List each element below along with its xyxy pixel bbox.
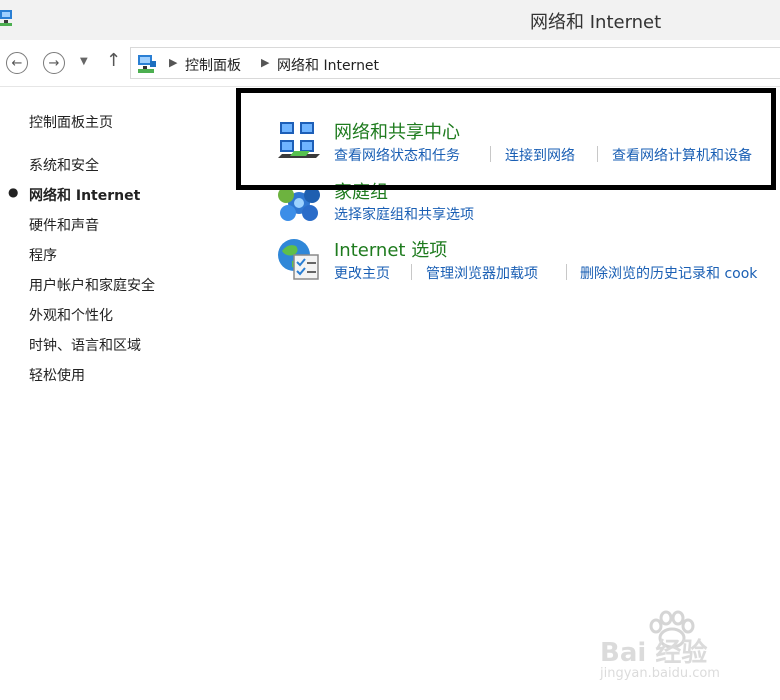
arrow-right-icon: → [48, 55, 60, 71]
internet-options-icon [278, 239, 319, 280]
category-title-homegroup[interactable]: 家庭组 [334, 178, 388, 204]
watermark-logo-text: Bai 经验 [600, 638, 708, 668]
recent-locations-dropdown-icon[interactable]: ▼ [80, 56, 88, 67]
address-bar[interactable]: ▶ 控制面板 ▶ 网络和 Internet [130, 47, 780, 79]
link-separator [411, 264, 412, 280]
window-title: 网络和 Internet [530, 12, 662, 33]
active-bullet-icon: ● [8, 185, 19, 199]
control-panel-network-icon [138, 55, 156, 73]
back-button[interactable]: ← [6, 52, 28, 74]
watermark-url: jingyan.baidu.com [600, 666, 720, 681]
sidebar-item-user-accounts[interactable]: 用户帐户和家庭安全 [29, 275, 155, 295]
link-separator [490, 146, 491, 162]
baidu-jingyan-watermark: Bai 经验 jingyan.baidu.com [600, 610, 775, 690]
sidebar-item-hardware-sound[interactable]: 硬件和声音 [29, 215, 99, 235]
link-manage-addons[interactable]: 管理浏览器加载项 [426, 263, 538, 283]
chevron-right-icon: ▶ [261, 56, 270, 69]
sidebar-item-system-security[interactable]: 系统和安全 [29, 155, 99, 175]
link-view-network-computers[interactable]: 查看网络计算机和设备 [612, 145, 752, 165]
sidebar-home-link[interactable]: 控制面板主页 [29, 112, 113, 132]
sidebar-item-appearance[interactable]: 外观和个性化 [29, 305, 113, 325]
navigation-bar: ← → ▼ ↑ ▶ 控制面板 ▶ 网络和 Internet [0, 40, 780, 87]
sidebar-item-network-internet[interactable]: 网络和 Internet [29, 185, 140, 205]
chevron-right-icon: ▶ [169, 56, 178, 69]
link-connect-to-network[interactable]: 连接到网络 [505, 145, 575, 165]
link-delete-browsing-history[interactable]: 删除浏览的历史记录和 cook [580, 263, 757, 283]
sidebar-item-ease-of-access[interactable]: 轻松使用 [29, 365, 85, 385]
forward-button[interactable]: → [43, 52, 65, 74]
category-title-network-sharing-center[interactable]: 网络和共享中心 [334, 118, 460, 144]
arrow-left-icon: ← [11, 55, 23, 71]
breadcrumb-control-panel[interactable]: 控制面板 [185, 55, 241, 75]
network-sharing-center-icon [278, 122, 320, 158]
category-title-internet-options[interactable]: Internet 选项 [334, 236, 447, 262]
sidebar-item-programs[interactable]: 程序 [29, 245, 57, 265]
title-bar: 网络和 Internet [0, 0, 780, 40]
link-change-homepage[interactable]: 更改主页 [334, 263, 390, 283]
control-panel-network-icon [0, 10, 12, 26]
paw-logo-icon [649, 610, 695, 649]
link-view-network-status[interactable]: 查看网络状态和任务 [334, 145, 460, 165]
sidebar-item-clock-language[interactable]: 时钟、语言和区域 [29, 335, 141, 355]
link-homegroup-sharing-options[interactable]: 选择家庭组和共享选项 [334, 204, 474, 224]
link-separator [597, 146, 598, 162]
up-arrow-icon[interactable]: ↑ [106, 50, 121, 71]
link-separator [566, 264, 567, 280]
homegroup-icon [278, 187, 320, 221]
breadcrumb-network-internet[interactable]: 网络和 Internet [277, 55, 379, 75]
